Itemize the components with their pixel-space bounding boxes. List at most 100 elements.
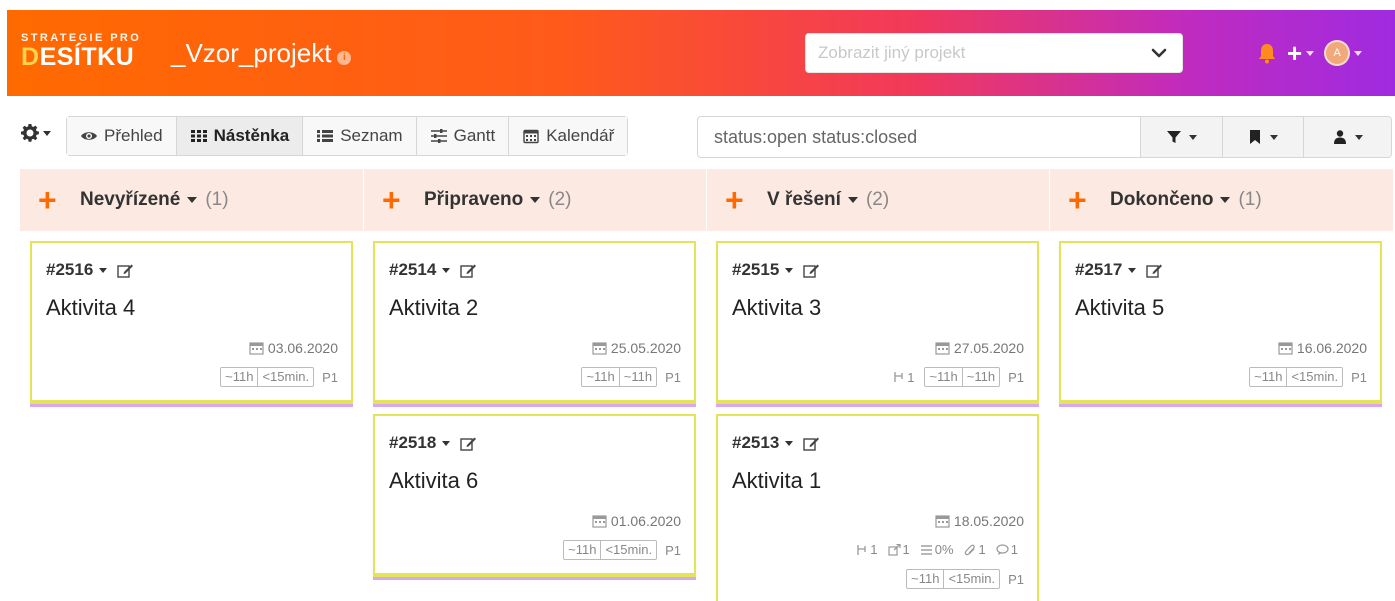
card-due-date: 25.05.2020 bbox=[592, 340, 681, 356]
edit-icon[interactable] bbox=[803, 263, 820, 278]
caret-down-icon bbox=[1270, 134, 1279, 140]
card-estimates: 1 ~11h ~11h P1 bbox=[892, 367, 1024, 387]
add-card-icon[interactable]: + bbox=[38, 184, 64, 216]
column-header[interactable]: + Nevyřízené (1) bbox=[20, 169, 364, 231]
task-card[interactable]: #2517 Aktivita 5 16.06.2020 ~11h <15min. … bbox=[1059, 241, 1382, 404]
caret-down-icon[interactable] bbox=[785, 440, 794, 446]
caret-down-icon[interactable] bbox=[1306, 50, 1315, 56]
gear-icon[interactable] bbox=[20, 123, 40, 143]
subtask-icon bbox=[857, 544, 866, 555]
card-title[interactable]: Aktivita 5 bbox=[1075, 295, 1164, 321]
project-select[interactable] bbox=[805, 33, 1183, 73]
calendar-icon bbox=[935, 342, 950, 355]
bookmark-button[interactable] bbox=[1221, 117, 1304, 157]
user-filter-button[interactable] bbox=[1303, 117, 1392, 157]
column-header[interactable]: + Dokončeno (1) bbox=[1050, 169, 1394, 231]
external-link-icon bbox=[887, 543, 901, 556]
caret-down-icon[interactable] bbox=[847, 197, 858, 203]
column-title[interactable]: Nevyřízené bbox=[80, 189, 180, 211]
card-id[interactable]: #2515 bbox=[732, 260, 820, 280]
caret-down-icon[interactable] bbox=[1354, 50, 1363, 56]
chevron-down-icon[interactable] bbox=[1150, 44, 1168, 62]
caret-down-icon[interactable] bbox=[99, 267, 108, 273]
card-title[interactable]: Aktivita 2 bbox=[389, 295, 478, 321]
card-title[interactable]: Aktivita 1 bbox=[732, 468, 821, 494]
caret-down-icon[interactable] bbox=[442, 267, 451, 273]
priority-label: P1 bbox=[665, 369, 681, 385]
task-card[interactable]: #2516 Aktivita 4 03.06.2020 ~11h <15min. … bbox=[30, 241, 353, 404]
card-id[interactable]: #2514 bbox=[389, 260, 477, 280]
column-header[interactable]: + V řešení (2) bbox=[707, 169, 1050, 231]
card-id[interactable]: #2517 bbox=[1075, 260, 1163, 280]
task-card[interactable]: #2513 Aktivita 1 18.05.2020 1 1 0% 1 1 ~… bbox=[716, 414, 1039, 601]
card-title[interactable]: Aktivita 6 bbox=[389, 468, 478, 494]
comment-icon bbox=[996, 543, 1009, 555]
calendar-icon bbox=[523, 129, 539, 144]
add-card-icon[interactable]: + bbox=[1068, 184, 1094, 216]
card-title[interactable]: Aktivita 3 bbox=[732, 295, 821, 321]
tab-kalendar[interactable]: Kalendář bbox=[509, 117, 628, 155]
task-card[interactable]: #2515 Aktivita 3 27.05.2020 1 ~11h ~11h P… bbox=[716, 241, 1039, 404]
bookmark-icon bbox=[1250, 130, 1261, 144]
card-due-date: 16.06.2020 bbox=[1278, 340, 1367, 356]
caret-down-icon[interactable] bbox=[43, 130, 51, 136]
calendar-icon bbox=[249, 342, 264, 355]
caret-down-icon[interactable] bbox=[442, 440, 451, 446]
edit-icon[interactable] bbox=[460, 263, 477, 278]
column-count: (1) bbox=[205, 189, 229, 210]
filter-input[interactable] bbox=[698, 117, 1140, 157]
add-card-icon[interactable]: + bbox=[382, 184, 408, 216]
column-header[interactable]: + Připraveno (2) bbox=[364, 169, 707, 231]
add-menu-icon[interactable]: + bbox=[1287, 40, 1302, 66]
funnel-icon bbox=[1166, 131, 1181, 143]
caret-down-icon[interactable] bbox=[530, 197, 541, 203]
settings-menu[interactable] bbox=[20, 123, 51, 143]
avatar[interactable]: A bbox=[1324, 40, 1351, 66]
brand-small-text: STRATEGIE PRO bbox=[21, 32, 142, 44]
edit-icon[interactable] bbox=[803, 436, 820, 451]
caret-down-icon[interactable] bbox=[187, 197, 198, 203]
edit-icon[interactable] bbox=[460, 436, 477, 451]
estimate-badge: ~11h ~11h bbox=[581, 367, 658, 387]
edit-icon[interactable] bbox=[117, 263, 134, 278]
task-card[interactable]: #2514 Aktivita 2 25.05.2020 ~11h ~11h P1 bbox=[373, 241, 696, 404]
estimate-badge: ~11h <15min. bbox=[563, 540, 658, 560]
filter-button[interactable] bbox=[1139, 117, 1222, 157]
add-card-icon[interactable]: + bbox=[725, 184, 751, 216]
estimate-badge: ~11h <15min. bbox=[1249, 367, 1344, 387]
column-title[interactable]: Dokončeno bbox=[1110, 189, 1213, 211]
card-id[interactable]: #2513 bbox=[732, 433, 820, 453]
progress-indicator: 0% bbox=[920, 542, 954, 557]
tab-prehled[interactable]: Přehled bbox=[67, 117, 177, 155]
subtasks-count: 1 bbox=[892, 370, 914, 385]
tab-gantt[interactable]: Gantt bbox=[416, 117, 510, 155]
brand-logo[interactable]: STRATEGIE PRO DESÍTKU bbox=[21, 32, 141, 70]
project-select-input[interactable] bbox=[806, 34, 1126, 72]
card-id-text: #2513 bbox=[732, 433, 780, 452]
card-date-text: 16.06.2020 bbox=[1296, 340, 1367, 356]
project-title-text: _Vzor_projekt bbox=[171, 38, 332, 68]
progress-icon bbox=[920, 544, 932, 555]
card-title[interactable]: Aktivita 4 bbox=[46, 295, 135, 321]
priority-label: P1 bbox=[1008, 369, 1024, 385]
card-id[interactable]: #2518 bbox=[389, 433, 477, 453]
edit-icon[interactable] bbox=[1146, 263, 1163, 278]
caret-down-icon[interactable] bbox=[785, 267, 794, 273]
tab-label: Přehled bbox=[104, 126, 163, 145]
tab-seznam[interactable]: Seznam bbox=[303, 117, 417, 155]
caret-down-icon[interactable] bbox=[1220, 197, 1231, 203]
card-id-text: #2515 bbox=[732, 260, 780, 279]
tab-label: Gantt bbox=[453, 126, 496, 145]
card-due-date: 01.06.2020 bbox=[592, 513, 681, 529]
column-title[interactable]: V řešení bbox=[767, 189, 841, 211]
task-card[interactable]: #2518 Aktivita 6 01.06.2020 ~11h <15min. … bbox=[373, 414, 696, 577]
estimate-badge: ~11h <15min. bbox=[220, 367, 315, 387]
tab-nastenka[interactable]: Nástěnka bbox=[176, 117, 304, 155]
column-title[interactable]: Připraveno bbox=[424, 189, 523, 211]
info-icon[interactable]: i bbox=[337, 51, 352, 65]
card-id[interactable]: #2516 bbox=[46, 260, 134, 280]
list-icon bbox=[317, 130, 334, 142]
top-header-bar: STRATEGIE PRO DESÍTKU _Vzor_projekt i + A bbox=[7, 10, 1395, 96]
bell-icon[interactable] bbox=[1257, 42, 1277, 64]
caret-down-icon[interactable] bbox=[1128, 267, 1137, 273]
